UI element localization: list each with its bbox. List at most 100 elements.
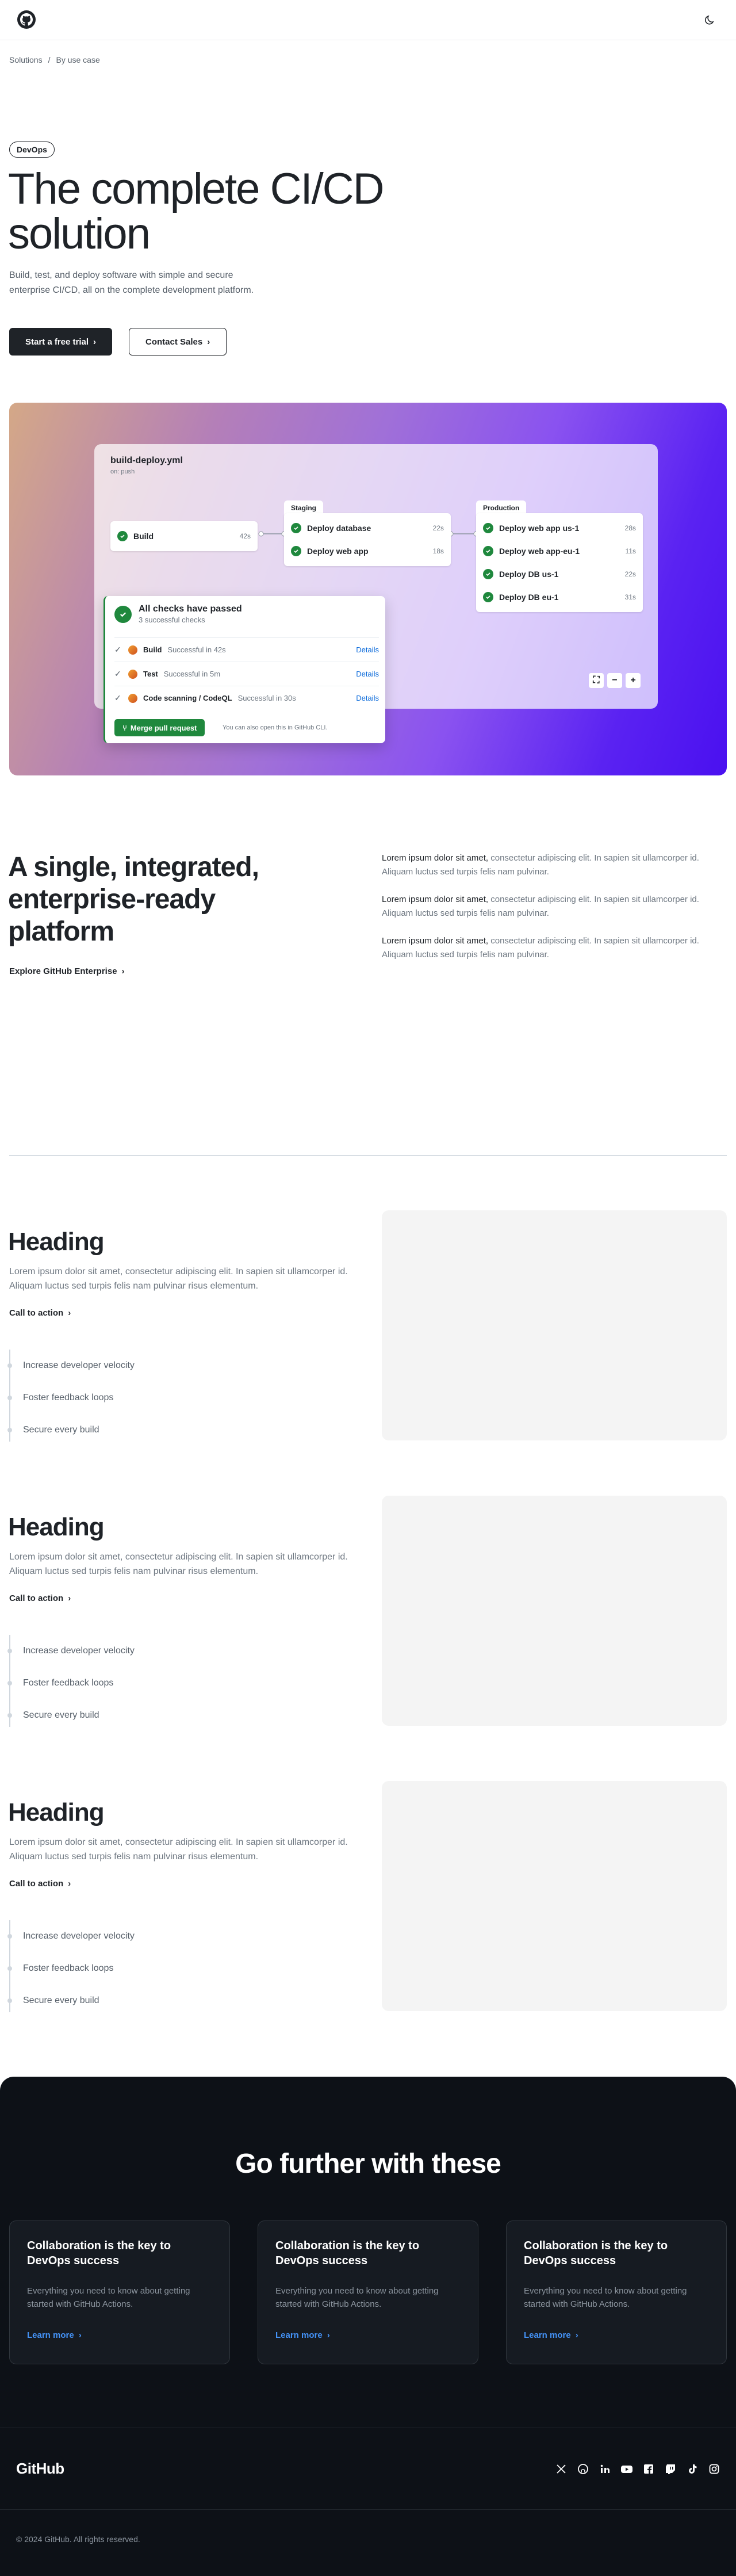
feature-heading: Heading: [8, 1228, 105, 1256]
twitch-icon[interactable]: [664, 2462, 677, 2476]
job-time: 28s: [624, 524, 636, 532]
start-free-trial-button[interactable]: Start a free trial ›: [9, 328, 113, 356]
merge-label: Merge pull request: [130, 723, 197, 732]
merge-icon: ⑂: [122, 723, 127, 732]
go-further-title: Go further with these: [235, 2149, 501, 2179]
fullscreen-icon[interactable]: ⛶: [589, 673, 604, 688]
zoom-in-icon[interactable]: +: [626, 673, 641, 688]
breadcrumb-solutions[interactable]: Solutions: [9, 55, 43, 64]
check-icon: [291, 546, 301, 556]
feature-item[interactable]: Increase developer velocity: [7, 1350, 135, 1382]
instagram-icon[interactable]: [707, 2462, 721, 2476]
feature-item[interactable]: Secure every build: [7, 1414, 135, 1446]
feature-description: Lorem ipsum dolor sit amet, consectetur …: [9, 1267, 348, 1291]
check-name: Code scanning / CodeQL: [143, 694, 232, 702]
feature-image-placeholder: [382, 1210, 727, 1440]
feature-description: Lorem ipsum dolor sit amet, consectetur …: [9, 1552, 348, 1576]
call-to-action-link[interactable]: Call to action ›: [9, 1879, 71, 1889]
call-to-action-link[interactable]: Call to action ›: [9, 1593, 71, 1603]
check-icon: [483, 523, 493, 533]
job-time: 11s: [625, 547, 636, 555]
feature-item[interactable]: Secure every build: [7, 1699, 135, 1732]
zoom-controls: ⛶ − +: [589, 673, 641, 688]
feature-item[interactable]: Increase developer velocity: [7, 1920, 135, 1952]
check-row: ✓ Test Successful in 5m Details: [114, 662, 379, 686]
x-icon[interactable]: [554, 2462, 568, 2476]
resource-card[interactable]: Collaboration is the key to DevOps succe…: [9, 2220, 230, 2364]
footer-divider: [0, 2509, 736, 2510]
feature-item[interactable]: Foster feedback loops: [7, 1667, 135, 1699]
feature-item[interactable]: Foster feedback loops: [7, 1952, 135, 1985]
tiktok-icon[interactable]: [685, 2462, 699, 2476]
learn-more-label: Learn more: [524, 2330, 571, 2340]
feature-image-placeholder: [382, 1781, 727, 2011]
feature-heading: Heading: [8, 1798, 105, 1826]
start-free-trial-label: Start a free trial: [25, 337, 89, 347]
card-description: Everything you need to know about gettin…: [524, 2286, 687, 2309]
merge-pull-request-button[interactable]: ⑂ Merge pull request: [114, 719, 205, 736]
build-job[interactable]: Build 42s: [110, 521, 258, 551]
explore-enterprise-link[interactable]: Explore GitHub Enterprise ›: [9, 966, 125, 976]
job-row[interactable]: Deploy web app us-1 28s: [483, 517, 636, 540]
job-time: 31s: [624, 593, 636, 601]
feature-heading: Heading: [8, 1513, 105, 1541]
chevron-right-icon: ›: [68, 1879, 71, 1889]
job-row[interactable]: Deploy web app 18s: [291, 540, 444, 563]
theme-toggle-moon-icon[interactable]: [703, 13, 718, 28]
learn-more-link[interactable]: Learn more ›: [27, 2330, 82, 2340]
checkmark-icon: ✓: [114, 693, 121, 702]
zoom-out-icon[interactable]: −: [607, 673, 622, 688]
call-to-action-link[interactable]: Call to action ›: [9, 1308, 71, 1318]
feature-item[interactable]: Secure every build: [7, 1985, 135, 2017]
job-row[interactable]: Deploy DB us-1 22s: [483, 563, 636, 586]
breadcrumb-separator: /: [48, 55, 51, 64]
job-name: Deploy web app us-1: [499, 523, 580, 533]
breadcrumb-by-use-case[interactable]: By use case: [56, 55, 99, 64]
top-navigation: [0, 0, 736, 40]
job-time: 22s: [432, 524, 444, 532]
explore-enterprise-label: Explore GitHub Enterprise: [9, 966, 117, 976]
github-logo-icon[interactable]: [17, 10, 36, 29]
facebook-icon[interactable]: [642, 2462, 656, 2476]
card-title: Collaboration is the key to DevOps succe…: [27, 2239, 171, 2267]
job-name: Build: [133, 532, 154, 541]
learn-more-label: Learn more: [275, 2330, 323, 2340]
chevron-right-icon: ›: [93, 337, 97, 347]
resource-card[interactable]: Collaboration is the key to DevOps succe…: [506, 2220, 727, 2364]
details-link[interactable]: Details: [356, 694, 379, 702]
contact-sales-button[interactable]: Contact Sales ›: [129, 328, 227, 356]
feature-description: Lorem ipsum dolor sit amet, consectetur …: [9, 1837, 348, 1862]
learn-more-link[interactable]: Learn more ›: [275, 2330, 330, 2340]
section-divider: [9, 1155, 727, 1156]
resource-card[interactable]: Collaboration is the key to DevOps succe…: [258, 2220, 478, 2364]
youtube-icon[interactable]: [620, 2462, 634, 2476]
cta-label: Call to action: [9, 1308, 64, 1318]
feature-list: Increase developer velocity Foster feedb…: [7, 1920, 135, 2017]
learn-more-link[interactable]: Learn more ›: [524, 2330, 578, 2340]
job-row[interactable]: Deploy web app-eu-1 11s: [483, 540, 636, 563]
feature-item[interactable]: Foster feedback loops: [7, 1382, 135, 1414]
details-link[interactable]: Details: [356, 645, 379, 654]
feature-item[interactable]: Increase developer velocity: [7, 1635, 135, 1667]
github-icon[interactable]: [576, 2462, 590, 2476]
footer-logo[interactable]: GitHub: [16, 2460, 64, 2478]
checks-title: All checks have passed: [139, 604, 242, 614]
feature-list: Increase developer velocity Foster feedb…: [7, 1350, 135, 1446]
check-status: Successful in 5m: [163, 670, 221, 678]
chevron-right-icon: ›: [68, 1593, 71, 1603]
breadcrumb: Solutions / By use case: [9, 55, 100, 64]
job-row[interactable]: Deploy database 22s: [291, 517, 444, 540]
chevron-right-icon: ›: [68, 1308, 71, 1318]
check-icon: [483, 546, 493, 556]
platform-paragraph: Lorem ipsum dolor sit amet, consectetur …: [382, 893, 727, 920]
paragraph-lead: Lorem ipsum dolor sit amet,: [382, 936, 489, 946]
details-link[interactable]: Details: [356, 670, 379, 678]
platform-title: A single, integrated, enterprise-ready p…: [8, 852, 259, 947]
contact-sales-label: Contact Sales: [145, 337, 203, 347]
job-row[interactable]: Deploy DB eu-1 31s: [483, 586, 636, 609]
check-name: Test: [143, 670, 158, 678]
job-name: Deploy DB eu-1: [499, 593, 559, 602]
platform-paragraph: Lorem ipsum dolor sit amet, consectetur …: [382, 851, 727, 879]
linkedin-icon[interactable]: [598, 2462, 612, 2476]
checkmark-icon: ✓: [114, 669, 121, 678]
